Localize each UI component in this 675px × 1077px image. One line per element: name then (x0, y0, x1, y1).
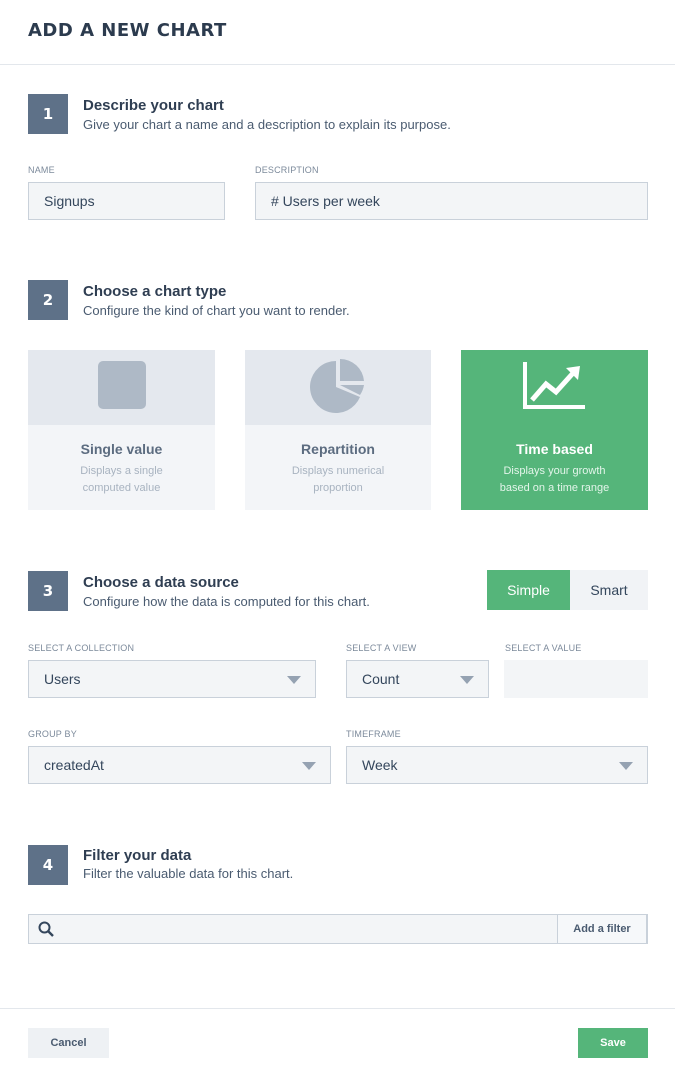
cancel-button[interactable]: Cancel (28, 1028, 109, 1058)
search-icon (38, 921, 54, 942)
value-select[interactable] (504, 660, 648, 698)
step-2-title: Choose a chart type (83, 283, 227, 300)
square-icon (97, 361, 146, 414)
save-button[interactable]: Save (578, 1028, 648, 1058)
step-2-subtitle: Configure the kind of chart you want to … (83, 303, 350, 318)
collection-select[interactable]: Users (28, 660, 316, 698)
step-4-badge: 4 (28, 845, 68, 885)
card-title: Repartition (301, 441, 375, 457)
filter-search-input[interactable]: Add a filter (28, 914, 648, 944)
name-label: NAME (28, 165, 55, 175)
chart-type-repartition[interactable]: Repartition Displays numerical proportio… (245, 350, 431, 510)
mode-smart-button[interactable]: Smart (570, 570, 648, 610)
step-4-subtitle: Filter the valuable data for this chart. (83, 866, 294, 881)
step-2-badge: 2 (28, 280, 68, 320)
chevron-down-icon (460, 676, 474, 684)
chart-type-time-based[interactable]: Time based Displays your growth based on… (461, 350, 648, 510)
step-4-title: Filter your data (83, 847, 192, 864)
pie-chart-icon (310, 357, 366, 418)
step-1-subtitle: Give your chart a name and a description… (83, 117, 451, 132)
name-field[interactable]: Signups (28, 182, 225, 220)
value-label: SELECT A VALUE (505, 643, 582, 653)
chevron-down-icon (619, 762, 633, 770)
name-field-value: Signups (44, 193, 95, 209)
collection-select-value: Users (44, 671, 81, 687)
chevron-down-icon (302, 762, 316, 770)
card-icon-area (461, 350, 648, 425)
step-1-title: Describe your chart (83, 97, 224, 114)
card-description: Displays numerical proportion (291, 465, 385, 494)
view-select[interactable]: Count (346, 660, 489, 698)
timeframe-select-value: Week (362, 757, 398, 773)
mode-simple-button[interactable]: Simple (487, 570, 570, 610)
step-3-title: Choose a data source (83, 574, 239, 591)
collection-label: SELECT A COLLECTION (28, 643, 135, 653)
group-by-select[interactable]: createdAt (28, 746, 331, 784)
step-3-subtitle: Configure how the data is computed for t… (83, 594, 370, 609)
card-description: Displays a single computed value (80, 465, 163, 494)
add-filter-button[interactable]: Add a filter (557, 914, 647, 944)
group-by-label: GROUP BY (28, 729, 77, 739)
card-icon-area (28, 350, 215, 425)
chart-type-single-value[interactable]: Single value Displays a single computed … (28, 350, 215, 510)
line-chart-icon (522, 360, 588, 415)
modal-header: ADD A NEW CHART (0, 0, 675, 65)
card-title: Single value (80, 441, 163, 457)
description-field-value: # Users per week (271, 193, 380, 209)
view-select-value: Count (362, 671, 400, 687)
view-label: SELECT A VIEW (346, 643, 417, 653)
group-by-select-value: createdAt (44, 757, 104, 773)
card-title: Time based (516, 441, 593, 457)
step-3-badge: 3 (28, 571, 68, 611)
timeframe-select[interactable]: Week (346, 746, 648, 784)
modal-title: ADD A NEW CHART (28, 20, 227, 41)
description-label: DESCRIPTION (255, 165, 319, 175)
description-field[interactable]: # Users per week (255, 182, 648, 220)
card-description: Displays your growth based on a time ran… (499, 465, 610, 494)
card-icon-area (245, 350, 431, 425)
step-1-badge: 1 (28, 94, 68, 134)
timeframe-label: TIMEFRAME (346, 729, 401, 739)
chevron-down-icon (287, 676, 301, 684)
